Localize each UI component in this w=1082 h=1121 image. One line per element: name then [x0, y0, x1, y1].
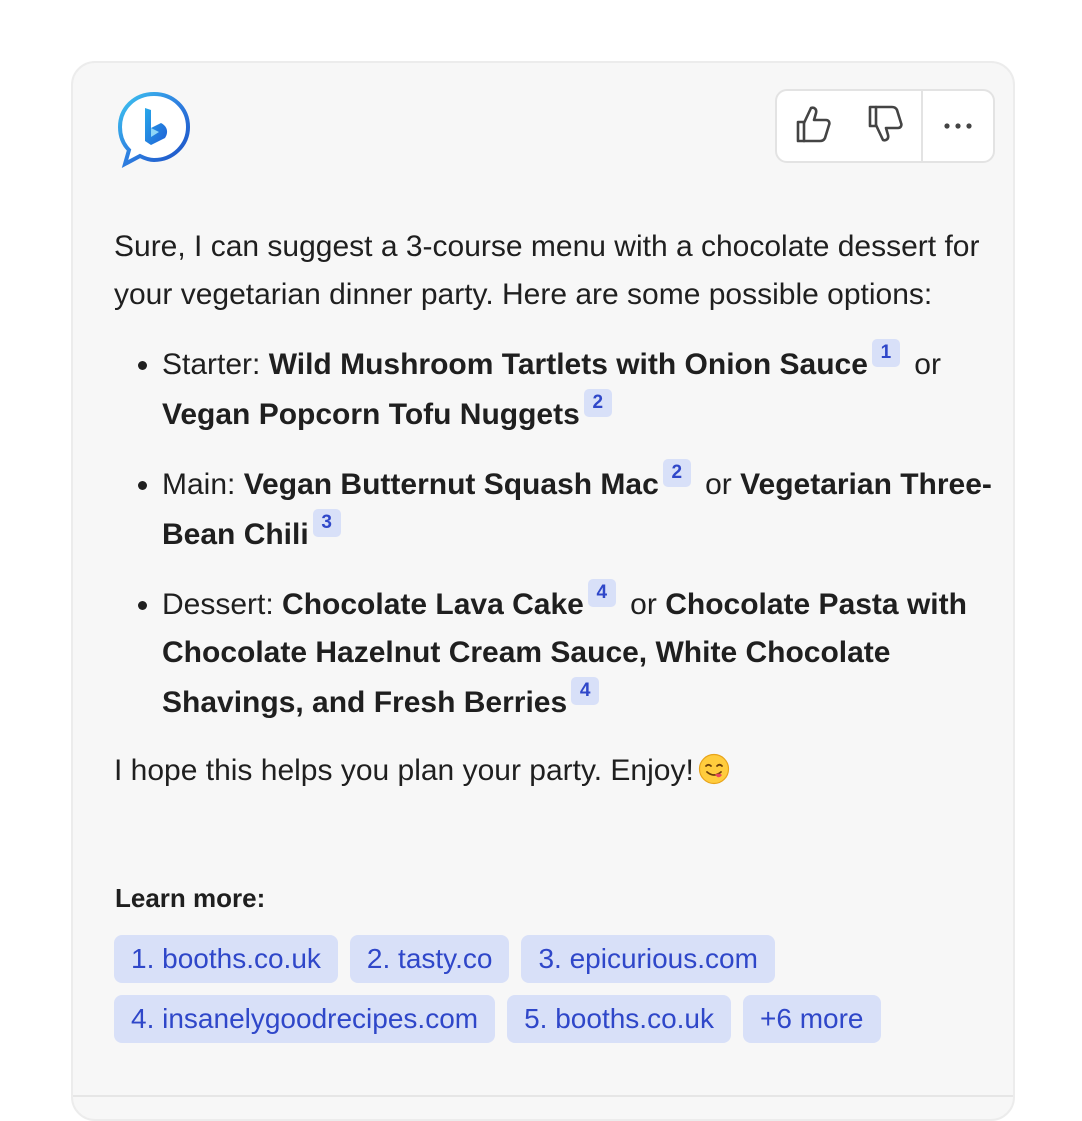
more-options-button[interactable]	[923, 91, 993, 161]
response-card: Sure, I can suggest a 3-course menu with…	[71, 61, 1015, 1121]
course-label: Main:	[162, 468, 244, 501]
citation-badge[interactable]: 1	[871, 339, 900, 367]
card-divider	[73, 1095, 1013, 1097]
dish-option: Vegan Butternut Squash Mac	[243, 468, 659, 501]
learn-more-title: Learn more:	[115, 883, 266, 913]
smiling-face-savoring-food-emoji	[698, 752, 730, 785]
source-link-chip[interactable]: 3. epicurious.com	[521, 935, 775, 983]
thumbs-down-icon	[866, 104, 904, 149]
message-closing: I hope this helps you plan your party. E…	[114, 747, 994, 795]
dish-option: Wild Mushroom Tartlets with Onion Sauce	[268, 348, 868, 381]
more-sources-chip[interactable]: +6 more	[743, 995, 881, 1043]
or-text: or	[914, 348, 941, 381]
closing-text: I hope this helps you plan your party. E…	[114, 754, 694, 787]
citation-badge[interactable]: 4	[587, 579, 616, 607]
message-intro: Sure, I can suggest a 3-course menu with…	[114, 230, 980, 311]
citation-badge[interactable]: 4	[571, 677, 600, 705]
thumbs-up-icon	[794, 104, 832, 149]
assistant-message: Sure, I can suggest a 3-course menu with…	[114, 223, 994, 795]
citation-badge[interactable]: 2	[662, 459, 691, 487]
menu-item-main: Main: Vegan Butternut Squash Mac2 or Veg…	[162, 459, 994, 559]
citation-badge[interactable]: 3	[312, 509, 341, 537]
source-link-chip[interactable]: 5. booths.co.uk	[507, 995, 731, 1043]
menu-list: Starter: Wild Mushroom Tartlets with Oni…	[114, 339, 994, 727]
more-options-icon	[943, 117, 973, 135]
citation-badge[interactable]: 2	[583, 389, 612, 417]
source-link-chip[interactable]: 4. insanelygoodrecipes.com	[114, 995, 496, 1043]
source-link-chip[interactable]: 2. tasty.co	[349, 935, 510, 983]
menu-item-starter: Starter: Wild Mushroom Tartlets with Oni…	[162, 339, 994, 439]
thumbs-down-button[interactable]	[849, 91, 921, 161]
source-link-chip[interactable]: 1. booths.co.uk	[114, 935, 338, 983]
menu-item-dessert: Dessert: Chocolate Lava Cake4 or Chocola…	[162, 579, 994, 727]
source-links: 1. booths.co.uk 2. tasty.co 3. epicuriou…	[114, 935, 994, 1043]
dish-option: Chocolate Lava Cake	[282, 588, 584, 621]
or-text: or	[630, 588, 657, 621]
bing-chat-logo	[115, 90, 193, 168]
course-label: Dessert:	[162, 588, 283, 621]
dish-option: Vegan Popcorn Tofu Nuggets	[162, 398, 580, 431]
thumbs-up-button[interactable]	[777, 91, 849, 161]
course-label: Starter:	[162, 348, 269, 381]
or-text: or	[705, 468, 732, 501]
feedback-toolbar	[775, 89, 995, 163]
